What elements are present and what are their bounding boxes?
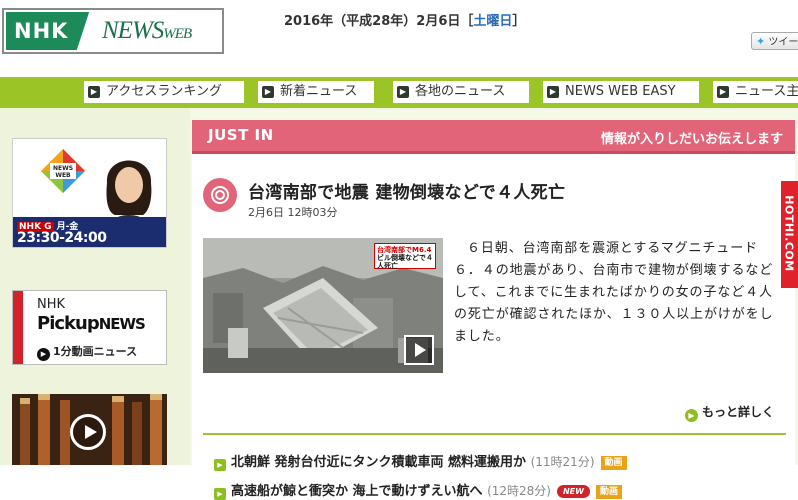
ring-inner bbox=[215, 190, 225, 200]
news-title: 高速船が鯨と衝突か 海上で動けずえい航へ bbox=[231, 484, 483, 499]
news-time: (12時28分) bbox=[487, 484, 551, 498]
photo-caption: 台湾南部でM6.4 ビル倒壊などで４人死亡 bbox=[374, 243, 436, 270]
just-in-header: JUST IN 情報が入りしだいお伝えします bbox=[192, 120, 795, 154]
pickup-news-word: NEWS bbox=[98, 315, 146, 333]
story-summary: ６日朝、台湾南部を震源とするマグニチュード６．４の地震があり、台南市で建物が倒壊… bbox=[454, 241, 774, 344]
nhk-news-web-logo[interactable]: NHK NEWSWEB bbox=[2, 8, 224, 54]
video-play-icon[interactable] bbox=[70, 414, 106, 450]
nav-local-news[interactable]: ▶ 各地のニュース bbox=[393, 81, 529, 103]
schedule-time: 23:30-24:00 bbox=[17, 230, 107, 246]
news-web-badge-icon: NEWS WEB bbox=[41, 149, 85, 193]
top-story-panel: 台湾南部で地震 建物倒壊などで４人死亡 2月6日 12時03分 台湾南部でM6.… bbox=[192, 154, 795, 500]
nav-label: ニュース主 bbox=[735, 84, 798, 99]
news-program-banner[interactable]: NEWS WEB NHK G 月-金 23:30-24:00 bbox=[12, 138, 167, 248]
news-title: 北朝鮮 発射台付近にタンク積載車両 燃料運搬用か bbox=[231, 455, 527, 470]
play-circle-icon: ▶ bbox=[37, 348, 50, 361]
date-bracket: ］ bbox=[512, 14, 526, 29]
news-list-item[interactable]: ▶ 高速船が鯨と衝突か 海上で動けずえい航へ (12時28分) NEW 動画 bbox=[214, 480, 622, 500]
photo-caption-line-2: ビル倒壊などで４人死亡 bbox=[377, 254, 433, 270]
nav-news-web-easy[interactable]: ▶ NEWS WEB EASY bbox=[543, 81, 699, 103]
badge-web-text: WEB bbox=[55, 172, 71, 179]
earthquake-icon bbox=[203, 178, 237, 212]
just-in-subtitle: 情報が入りしだいお伝えします bbox=[600, 132, 783, 147]
video-badge: 動画 bbox=[595, 485, 622, 499]
story-timestamp: 2月6日 12時03分 bbox=[248, 206, 338, 219]
new-badge: NEW bbox=[556, 485, 590, 498]
play-button-icon[interactable] bbox=[404, 335, 434, 365]
site-header: NHK NEWSWEB 2016年（平成28年）2月6日［土曜日］ ✦ ツイー bbox=[0, 0, 798, 78]
photo-caption-line-1: 台湾南部でM6.4 bbox=[377, 246, 432, 254]
read-more-label: もっと詳しく bbox=[702, 405, 775, 419]
news-time: (11時21分) bbox=[530, 455, 595, 469]
arrow-right-icon: ▶ bbox=[88, 86, 100, 98]
side-tab-hothi[interactable]: HOTHI.COM bbox=[781, 181, 798, 288]
arrow-right-icon: ▶ bbox=[547, 86, 559, 98]
arrow-right-icon: ▶ bbox=[214, 488, 226, 500]
pickup-news-title: PickupNEWS bbox=[37, 313, 146, 334]
side-tab-label: HOTHI.COM bbox=[782, 195, 796, 272]
read-more-link[interactable]: ▶ もっと詳しく bbox=[685, 403, 774, 422]
arrow-right-icon: ▶ bbox=[717, 86, 729, 98]
main-nav-bar: ▶ アクセスランキング ▶ 新着ニュース ▶ 各地のニュース ▶ NEWS WEB EA… bbox=[0, 77, 798, 108]
left-sidebar: NEWS WEB NHK G 月-金 23:30-24:00 NHK Pickup… bbox=[0, 108, 190, 465]
pickup-red-stripe bbox=[13, 291, 23, 364]
nav-label: 新着ニュース bbox=[280, 84, 358, 99]
arrow-right-icon: ▶ bbox=[214, 459, 226, 471]
date-text: 2016年（平成28年）2月6日［ bbox=[284, 14, 474, 29]
story-video-thumbnail[interactable]: 台湾南部でM6.4 ビル倒壊などで４人死亡 bbox=[203, 238, 443, 373]
arrow-right-icon: ▶ bbox=[262, 86, 274, 98]
just-in-title: JUST IN bbox=[208, 126, 274, 144]
tweet-button[interactable]: ✦ ツイー bbox=[751, 32, 798, 50]
nav-access-ranking[interactable]: ▶ アクセスランキング bbox=[84, 81, 244, 103]
story-headline[interactable]: 台湾南部で地震 建物倒壊などで４人死亡 bbox=[248, 178, 565, 203]
section-divider bbox=[203, 433, 786, 435]
news-list-item[interactable]: ▶ 北朝鮮 発射台付近にタンク積載車両 燃料運搬用か (11時21分) 動画 bbox=[214, 451, 627, 471]
arrow-right-icon: ▶ bbox=[397, 86, 409, 98]
video-feature-banner[interactable] bbox=[12, 394, 167, 465]
pickup-word: Pickup bbox=[37, 313, 100, 334]
logo-news-word: NEWS bbox=[102, 17, 164, 44]
nav-latest-news[interactable]: ▶ 新着ニュース bbox=[258, 81, 374, 103]
nav-label: NEWS WEB EASY bbox=[565, 84, 676, 99]
arrow-circle-icon: ▶ bbox=[685, 409, 698, 422]
nav-news-main[interactable]: ▶ ニュース主 bbox=[713, 81, 798, 103]
nav-label: アクセスランキング bbox=[106, 84, 222, 99]
day-of-week-link[interactable]: 土曜日 bbox=[473, 14, 512, 29]
nav-label: 各地のニュース bbox=[415, 84, 506, 99]
logo-web-word: WEB bbox=[163, 26, 192, 42]
video-badge: 動画 bbox=[600, 456, 627, 470]
main-column: JUST IN 情報が入りしだいお伝えします 台湾南部で地震 建物倒壊などで４人… bbox=[190, 108, 798, 500]
pickup-subtitle: ▶ 1分動画ニュース bbox=[37, 343, 137, 361]
tweet-label: ツイー bbox=[768, 37, 798, 48]
twitter-bird-icon: ✦ bbox=[756, 35, 766, 48]
pickup-sub-label: 1分動画ニュース bbox=[53, 345, 138, 358]
current-date: 2016年（平成28年）2月6日［土曜日］ bbox=[284, 10, 525, 29]
pickup-nhk-label: NHK bbox=[37, 297, 66, 312]
pickup-news-banner[interactable]: NHK PickupNEWS ▶ 1分動画ニュース bbox=[12, 290, 167, 365]
badge-news-text: NEWS bbox=[53, 165, 73, 172]
news-web-logo-text: NEWSWEB bbox=[102, 14, 192, 51]
schedule-bar: NHK G 月-金 23:30-24:00 bbox=[13, 217, 166, 247]
